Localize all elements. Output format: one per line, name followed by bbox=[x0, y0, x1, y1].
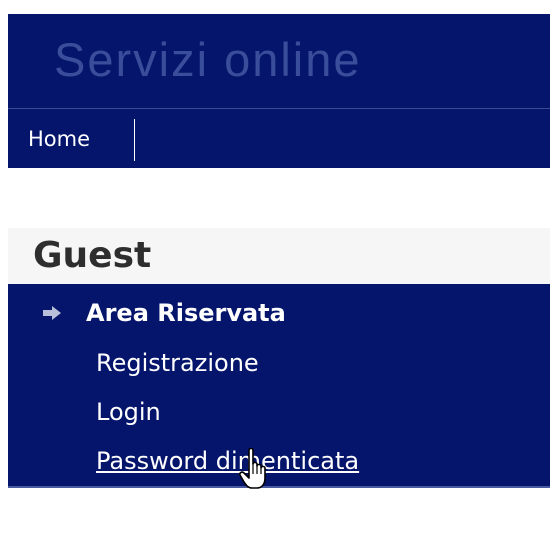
menu-item-password-dimenticata[interactable]: Password dimenticata bbox=[96, 446, 359, 476]
nav-home-link[interactable]: Home bbox=[28, 126, 90, 152]
guest-header: Guest bbox=[8, 228, 550, 284]
hand-pointer-icon bbox=[239, 447, 266, 489]
menu-item-login[interactable]: Login bbox=[96, 397, 161, 427]
nav-divider bbox=[134, 119, 135, 161]
site-banner: Servizi online bbox=[8, 14, 550, 108]
reserved-area-menu: Area Riservata Registrazione Login Passw… bbox=[8, 284, 550, 488]
menu-item-registrazione[interactable]: Registrazione bbox=[96, 348, 259, 378]
arrow-right-icon bbox=[43, 306, 61, 320]
top-nav: Home bbox=[8, 108, 550, 168]
site-title: Servizi online bbox=[54, 33, 362, 86]
guest-title: Guest bbox=[33, 235, 152, 276]
menu-heading[interactable]: Area Riservata bbox=[86, 298, 286, 328]
